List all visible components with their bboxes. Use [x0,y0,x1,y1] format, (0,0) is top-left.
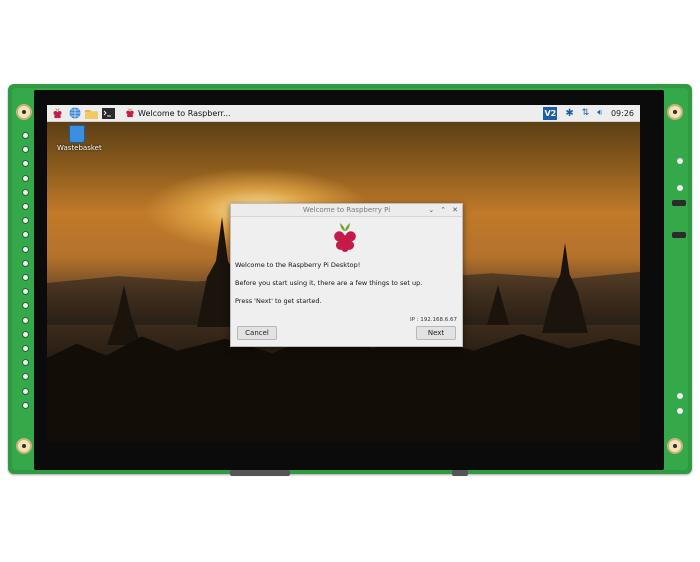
header-pin [22,330,29,338]
minimize-icon[interactable]: ⌄ [428,204,434,216]
bottom-connector [452,470,468,476]
file-manager-icon[interactable] [85,107,98,120]
cancel-button[interactable]: Cancel [237,326,277,340]
wastebasket-desktop-icon[interactable]: Wastebasket [57,125,102,152]
raspberry-menu-icon[interactable] [51,107,64,120]
desktop-icon-label: Wastebasket [57,144,102,152]
welcome-heading: Welcome to the Raspberry Pi Desktop! [235,261,361,269]
network-icon[interactable]: ⇅ [582,108,590,118]
mounting-hole [667,438,683,454]
mounting-hole [16,438,32,454]
header-pin [22,203,29,210]
header-pin [22,316,29,324]
board-connector [672,232,686,238]
welcome-dialog: Welcome to Raspberry Pi ⌄ ⌃ ✕ Welcome to… [230,203,463,347]
taskbar-window-label: Welcome to Raspberr... [138,108,231,118]
bluetooth-icon[interactable]: ✱ [565,108,573,119]
header-pin [22,132,29,139]
trash-icon [69,125,85,143]
raspberry-pi-logo [331,221,359,257]
taskbar-window-button[interactable]: Welcome to Raspberr... [121,106,235,120]
right-pin [677,158,683,164]
close-icon[interactable]: ✕ [452,204,458,216]
dialog-titlebar[interactable]: Welcome to Raspberry Pi [231,204,462,217]
terminal-icon[interactable] [102,107,115,120]
next-button[interactable]: Next [416,326,456,340]
maximize-icon[interactable]: ⌃ [440,204,446,216]
raspberry-app-icon [125,107,135,120]
header-pin [22,274,29,281]
header-pin [22,259,29,267]
taskbar: Welcome to Raspberr... V2 ✱ ⇅ 🔉︎ 09:26 [47,105,640,122]
welcome-prompt-text: Press 'Next' to get started. [235,297,322,305]
window-controls: ⌄ ⌃ ✕ [428,204,458,216]
right-pin [677,185,683,191]
header-pin [22,387,29,395]
header-pin [22,345,29,352]
bottom-connector [230,470,290,476]
dialog-title: Welcome to Raspberry Pi [302,206,391,214]
header-pin [22,245,29,253]
mounting-hole [16,104,32,120]
ip-address: IP : 192.168.6.67 [409,317,457,323]
web-browser-icon[interactable] [68,107,81,120]
mounting-hole [667,104,683,120]
board-connector [672,200,686,206]
header-pin [22,401,29,409]
right-pin [677,393,683,399]
system-tray: V2 ✱ ⇅ 🔉︎ 09:26 [543,105,634,121]
header-pin [22,188,29,196]
vnc-icon[interactable]: V2 [543,106,558,120]
clock[interactable]: 09:26 [611,109,634,118]
header-pin [22,174,29,182]
right-pin [677,408,683,414]
volume-icon[interactable]: 🔉︎ [597,108,603,118]
welcome-body-text: Before you start using it, there are a f… [235,279,423,287]
